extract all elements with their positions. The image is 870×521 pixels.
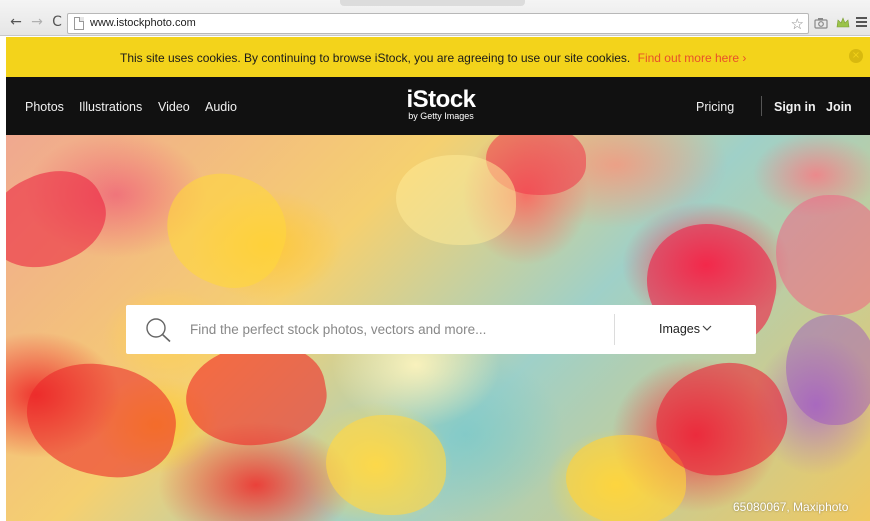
cookie-message: This site uses cookies. By continuing to… (120, 51, 631, 65)
address-bar[interactable]: www.istockphoto.com ☆ (67, 13, 809, 34)
cookie-message-row: This site uses cookies. By continuing to… (120, 51, 746, 65)
url-text[interactable]: www.istockphoto.com (90, 17, 196, 29)
media-type-label: Images (659, 322, 700, 336)
nav-audio[interactable]: Audio (205, 100, 237, 114)
tulip-petal (776, 195, 870, 315)
reload-icon[interactable]: C (50, 14, 64, 30)
bookmark-star-icon[interactable]: ☆ (791, 15, 804, 33)
back-arrow-icon[interactable]: ← (9, 14, 23, 30)
image-credit: 65080067, Maxiphoto (733, 500, 849, 514)
site-header: Photos Illustrations Video Audio iStock … (6, 77, 870, 135)
tulip-petal (17, 352, 185, 488)
media-type-dropdown[interactable]: Images (616, 305, 756, 354)
close-icon[interactable]: × (849, 49, 863, 63)
nav-illustrations[interactable]: Illustrations (79, 100, 142, 114)
cookie-info-link[interactable]: Find out more here › (638, 51, 747, 65)
page-icon (74, 17, 84, 30)
search-icon[interactable] (144, 317, 174, 343)
forward-arrow-icon[interactable]: → (30, 14, 44, 30)
search-bar: Images (126, 305, 756, 354)
sign-in-link[interactable]: Sign in (774, 100, 816, 114)
nav-photos[interactable]: Photos (25, 100, 64, 114)
tulip-petal (326, 415, 446, 515)
search-divider (614, 314, 615, 345)
browser-tab[interactable] (340, 0, 525, 6)
browser-toolbar: ← → C www.istockphoto.com ☆ (0, 0, 870, 36)
nav-pricing[interactable]: Pricing (696, 100, 734, 114)
tulip-petal (6, 153, 120, 287)
menu-icon[interactable] (856, 17, 867, 28)
istock-logo[interactable]: iStock by Getty Images (396, 86, 486, 122)
logo-wordmark: iStock (406, 86, 476, 113)
cookie-banner: This site uses cookies. By continuing to… (6, 37, 870, 77)
chevron-down-icon (702, 325, 712, 331)
logo-tagline: by Getty Images (408, 111, 474, 121)
camera-icon[interactable] (814, 16, 828, 30)
nav-video[interactable]: Video (158, 100, 190, 114)
nav-divider (761, 96, 762, 116)
search-input[interactable] (190, 314, 600, 345)
tulip-petal (396, 155, 516, 245)
crown-icon[interactable] (836, 16, 850, 30)
tulip-petal (150, 157, 302, 303)
tulip-petal (786, 315, 870, 425)
join-link[interactable]: Join (826, 100, 852, 114)
